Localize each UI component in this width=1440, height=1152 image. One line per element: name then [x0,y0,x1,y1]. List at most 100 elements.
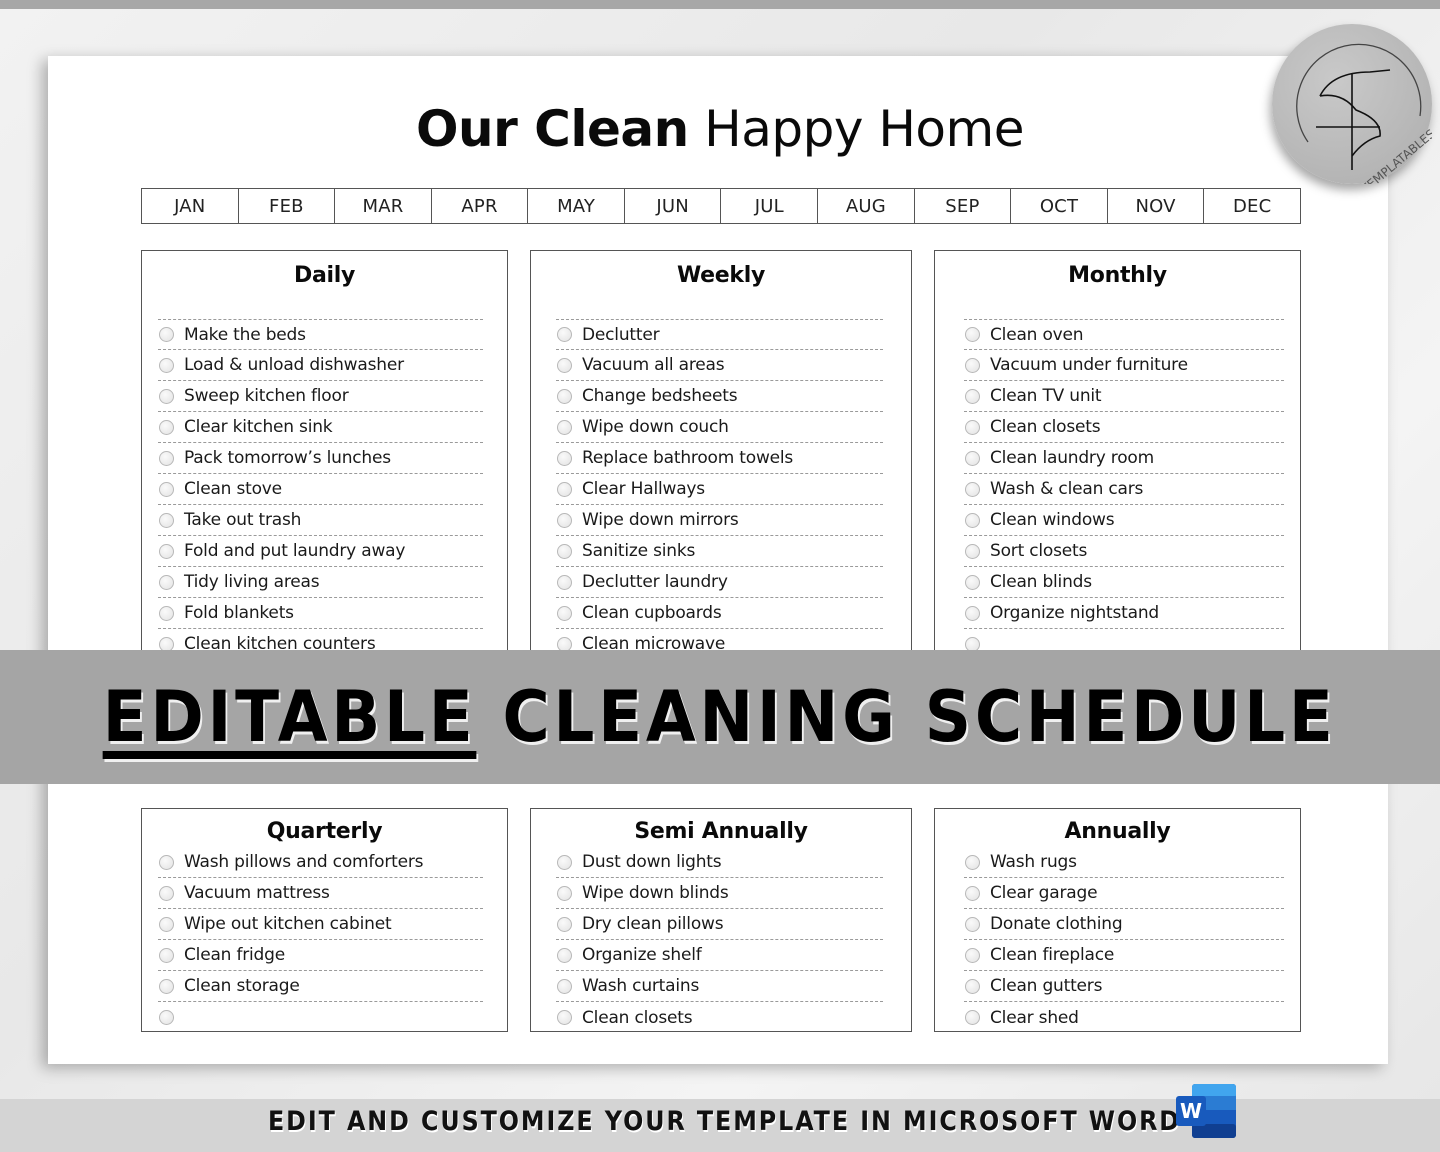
checkbox-circle-icon[interactable] [965,854,980,870]
task-label[interactable]: Clean fireplace [990,945,1114,965]
task-label[interactable]: Clean laundry room [990,448,1154,468]
checkbox-circle-icon[interactable] [557,419,572,435]
checkbox-circle-icon[interactable] [965,574,980,590]
month-cell[interactable]: DEC [1204,189,1300,223]
checkbox-circle-icon[interactable] [159,481,174,497]
task-label[interactable]: Clear kitchen sink [184,417,333,437]
task-item[interactable]: Fold blankets [158,598,483,629]
task-item[interactable]: Clean laundry room [964,443,1284,474]
task-label[interactable]: Clean fridge [184,945,285,965]
task-item[interactable]: Vacuum all areas [556,350,883,381]
task-label[interactable]: Clear shed [990,1008,1079,1028]
task-item[interactable]: Sanitize sinks [556,536,883,567]
task-item[interactable]: Wash rugs [964,847,1284,878]
task-label[interactable]: Clear garage [990,883,1098,903]
task-item[interactable]: Clear Hallways [556,474,883,505]
task-item[interactable]: Take out trash [158,505,483,536]
checkbox-circle-icon[interactable] [965,947,980,963]
task-item[interactable]: Clean stove [158,474,483,505]
checkbox-circle-icon[interactable] [159,327,174,342]
task-item[interactable]: Clean storage [158,971,483,1002]
checkbox-circle-icon[interactable] [159,1010,174,1025]
task-label[interactable]: Fold blankets [184,603,294,623]
task-label[interactable]: Vacuum mattress [184,883,330,903]
checkbox-circle-icon[interactable] [159,512,174,528]
task-item[interactable]: Declutter laundry [556,567,883,598]
month-cell[interactable]: NOV [1108,189,1205,223]
task-label[interactable]: Vacuum all areas [582,355,725,375]
task-label[interactable]: Sort closets [990,541,1087,561]
checkbox-circle-icon[interactable] [557,916,572,932]
task-label[interactable]: Wipe down couch [582,417,729,437]
task-item[interactable]: Vacuum under furniture [964,350,1284,381]
task-label[interactable]: Clean windows [990,510,1115,530]
task-item[interactable]: Clean fridge [158,940,483,971]
month-cell[interactable]: OCT [1011,189,1108,223]
task-label[interactable]: Make the beds [184,325,306,345]
checkbox-circle-icon[interactable] [159,947,174,963]
task-item[interactable]: Organize nightstand [964,598,1284,629]
checkbox-circle-icon[interactable] [557,388,572,404]
task-label[interactable]: Declutter [582,325,660,345]
task-item[interactable]: Wipe out kitchen cabinet [158,909,483,940]
checkbox-circle-icon[interactable] [557,543,572,559]
task-label[interactable]: Replace bathroom towels [582,448,793,468]
task-item[interactable]: Clean gutters [964,971,1284,1002]
task-item[interactable]: Clear garage [964,878,1284,909]
month-cell[interactable]: MAR [335,189,432,223]
task-label[interactable]: Wash curtains [582,976,699,996]
task-item[interactable]: Clear kitchen sink [158,412,483,443]
task-label[interactable]: Clean stove [184,479,282,499]
task-label[interactable]: Sweep kitchen floor [184,386,349,406]
task-item[interactable]: Wipe down blinds [556,878,883,909]
checkbox-circle-icon[interactable] [965,450,980,466]
checkbox-circle-icon[interactable] [557,885,572,901]
task-label[interactable]: Clean blinds [990,572,1092,592]
task-item[interactable]: Wash pillows and comforters [158,847,483,878]
checkbox-circle-icon[interactable] [965,543,980,559]
month-cell[interactable]: JUL [721,189,819,223]
task-label[interactable]: Wipe down blinds [582,883,729,903]
checkbox-circle-icon[interactable] [159,357,174,373]
task-item[interactable]: Vacuum mattress [158,878,483,909]
checkbox-circle-icon[interactable] [965,885,980,901]
task-label[interactable]: Take out trash [184,510,301,530]
task-label[interactable]: Wipe down mirrors [582,510,739,530]
checkbox-circle-icon[interactable] [557,574,572,590]
checkbox-circle-icon[interactable] [159,419,174,435]
task-item[interactable]: Clean oven [964,319,1284,350]
checkbox-circle-icon[interactable] [557,947,572,963]
month-cell[interactable]: JUN [625,189,722,223]
task-label[interactable]: Pack tomorrow’s lunches [184,448,391,468]
task-item[interactable]: Load & unload dishwasher [158,350,483,381]
task-item[interactable]: Clear shed [964,1002,1284,1033]
checkbox-circle-icon[interactable] [557,357,572,373]
task-label[interactable]: Dust down lights [582,852,722,872]
checkbox-circle-icon[interactable] [159,978,174,994]
task-item[interactable]: Donate clothing [964,909,1284,940]
checkbox-circle-icon[interactable] [159,543,174,559]
checkbox-circle-icon[interactable] [965,1010,980,1025]
task-item[interactable] [158,1002,483,1033]
task-item[interactable]: Wipe down couch [556,412,883,443]
task-label[interactable]: Clean oven [990,325,1084,345]
task-item[interactable]: Clean closets [964,412,1284,443]
task-item[interactable]: Replace bathroom towels [556,443,883,474]
task-item[interactable]: Wipe down mirrors [556,505,883,536]
month-cell[interactable]: JAN [142,189,239,223]
task-label[interactable]: Clean storage [184,976,300,996]
checkbox-circle-icon[interactable] [557,1010,572,1025]
checkbox-circle-icon[interactable] [557,327,572,342]
month-cell[interactable]: MAY [528,189,625,223]
task-label[interactable]: Load & unload dishwasher [184,355,404,375]
checkbox-circle-icon[interactable] [557,605,572,621]
task-label[interactable]: Change bedsheets [582,386,738,406]
checkbox-circle-icon[interactable] [159,605,174,621]
task-label[interactable]: Wipe out kitchen cabinet [184,914,392,934]
task-item[interactable]: Sort closets [964,536,1284,567]
task-label[interactable]: Wash pillows and comforters [184,852,424,872]
task-item[interactable]: Change bedsheets [556,381,883,412]
task-label[interactable]: Clean TV unit [990,386,1102,406]
task-item[interactable]: Declutter [556,319,883,350]
checkbox-circle-icon[interactable] [965,481,980,497]
